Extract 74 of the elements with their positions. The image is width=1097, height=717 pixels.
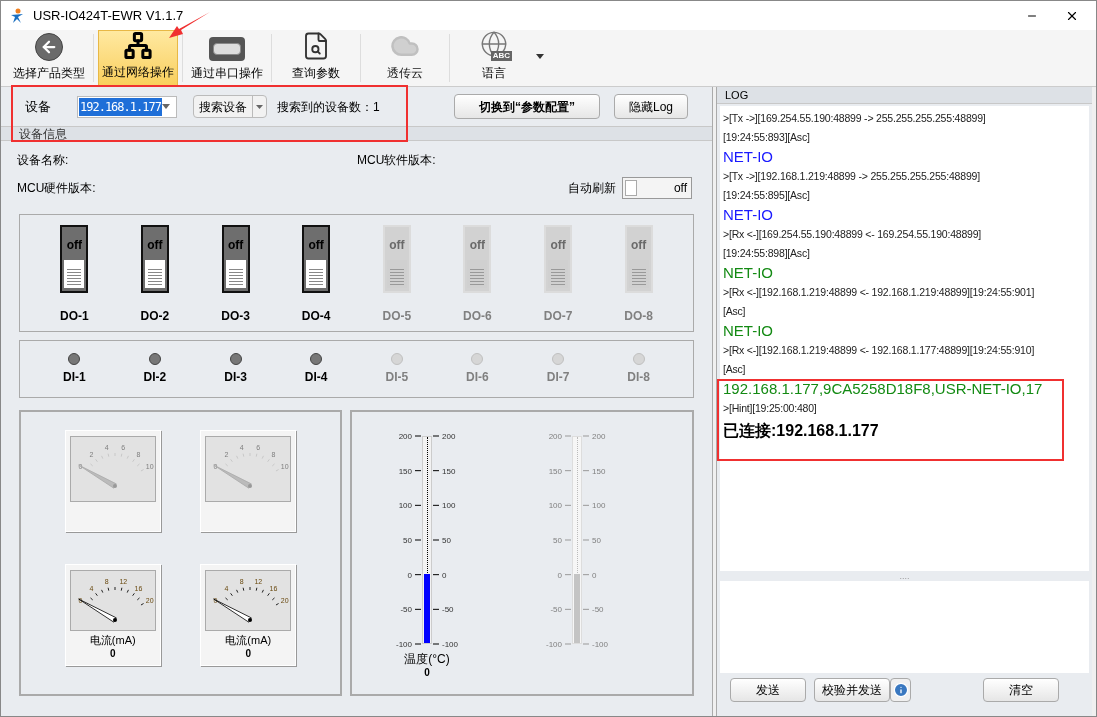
switch-mode-button[interactable]: 切换到“参数配置” [454, 94, 600, 119]
output-label: DO-8 [624, 308, 653, 325]
section-title: 设备信息 [19, 127, 67, 140]
serial-port-icon [209, 37, 245, 61]
field-label: MCU硬件版本: [17, 180, 96, 197]
toggle-switch[interactable]: off [302, 225, 331, 293]
log-line: >[Tx ->][169.254.55.190:48899 -> 255.255.255.255:48899] [723, 111, 987, 126]
log-line: >[Tx ->][192.168.1.219:48899 -> 255.255.255.255:48899] [723, 169, 981, 184]
hide-log-button[interactable]: 隐藏Log [614, 94, 688, 119]
log-message: 192.168.1.177,9CA5258D18F8,USR-NET-IO,17 [723, 379, 1044, 399]
toolbar-button[interactable]: 通过网络操作 [98, 30, 178, 86]
input-label: DI-2 [143, 368, 167, 386]
input-label: DI-6 [466, 368, 489, 386]
thermometer-scale: 200 150 100 50 0 -50 -100 200 150 100 50 0 -50 -100 [352, 428, 502, 652]
thermometer-scale: 200 150 100 50 0 -50 -100 200 150 100 50 0 -50 -100 [502, 428, 652, 652]
dropdown-caret-icon [162, 104, 170, 109]
toolbar-button[interactable]: 通过串口操作 [187, 30, 267, 86]
toolbar-button[interactable]: 选择产品类型 [9, 30, 89, 86]
output-label: DO-4 [301, 308, 331, 325]
log-line: [19:24:55:893][Asc] [723, 130, 811, 145]
log-line: >[Rx <-][192.168.1.219:48899 <- 192.168.1.219:48899][19:24:55:901] [723, 285, 1036, 300]
auto-refresh-toggle[interactable]: off [622, 177, 692, 199]
app-logo-icon [9, 7, 25, 24]
toggle-switch[interactable]: off [140, 225, 169, 293]
log-message: NET-IO [723, 205, 774, 225]
input-label: DI-5 [385, 368, 409, 386]
clear-button[interactable]: 清空 [983, 678, 1059, 702]
input-label: DI-3 [224, 368, 247, 386]
field-label: 设备名称: [17, 152, 70, 169]
input-label: DI-7 [546, 368, 570, 386]
info-button[interactable] [890, 678, 911, 702]
toolbar-button[interactable]: 查询参数 [276, 30, 356, 86]
log-line: >[Hint][19:25:00:480] [723, 401, 818, 416]
log-message: NET-IO [723, 263, 774, 283]
thermometer-caption: 温度(°C) [404, 652, 450, 667]
log-message: NET-IO [723, 321, 774, 341]
input-label: DI-4 [304, 368, 328, 386]
device-combobox[interactable]: 192.168.1.177 [77, 95, 177, 118]
output-label: DO-1 [59, 308, 89, 325]
search-device-button[interactable]: 搜索设备 [193, 95, 267, 118]
input-label: DI-8 [627, 368, 650, 386]
output-label: DO-6 [463, 308, 492, 325]
output-label: DO-5 [382, 308, 412, 325]
toggle-switch[interactable]: off [221, 225, 250, 293]
output-label: DO-2 [140, 308, 170, 325]
device-label: 设备 [25, 97, 51, 116]
log-line: [19:24:55:898][Asc] [723, 246, 811, 261]
toolbar-button[interactable]: ABC 语言 [454, 30, 534, 86]
meter-caption: 电流(mA) [225, 633, 272, 648]
connection-status: 已连接:192.168.1.177 [723, 421, 880, 441]
send-button[interactable]: 发送 [730, 678, 806, 702]
log-message: NET-IO [723, 147, 774, 167]
log-line: [19:24:55:895][Asc] [723, 188, 811, 203]
log-line: [Asc] [723, 304, 747, 319]
network-icon [123, 31, 153, 60]
field-label: MCU软件版本: [357, 152, 436, 169]
meter-value: 0 [109, 647, 116, 660]
log-title: LOG [725, 87, 749, 103]
window-title: USR-IO424T-EWR V1.1.7 [33, 6, 184, 25]
dropdown-caret-icon[interactable] [536, 54, 544, 59]
output-label: DO-7 [543, 308, 573, 325]
device-count-text: 搜索到的设备数：1 [277, 98, 380, 116]
meter-value: 0 [245, 647, 252, 660]
log-line: >[Rx <-][192.168.1.219:48899 <- 192.168.1.177:48899][19:24:55:910] [723, 343, 1036, 358]
auto-refresh-label: 自动刷新 [568, 180, 616, 197]
log-line: >[Rx <-][169.254.55.190:48899 <- 169.254.55.190:48899] [723, 227, 983, 242]
toggle-switch[interactable]: off [60, 225, 89, 293]
output-label: DO-3 [221, 308, 250, 325]
input-label: DI-1 [62, 368, 86, 386]
send-button[interactable]: 校验并发送 [814, 678, 890, 702]
dropdown-caret-icon [256, 104, 263, 109]
thermometer-value: 0 [424, 667, 430, 680]
log-line: [Asc] [723, 362, 747, 377]
meter-caption: 电流(mA) [89, 633, 136, 648]
